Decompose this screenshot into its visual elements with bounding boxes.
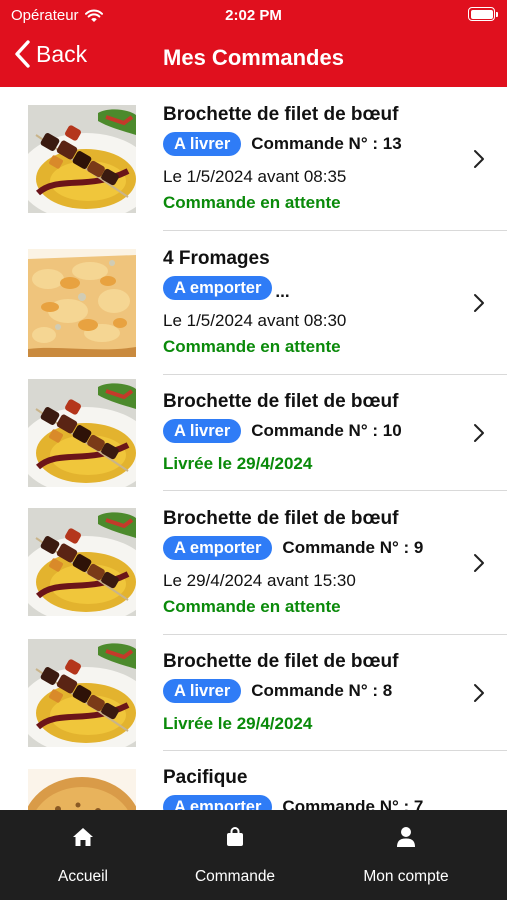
- tab-label: Accueil: [58, 868, 108, 885]
- chevron-right-icon: [474, 294, 484, 312]
- order-row[interactable]: Pacifique A emporter Commande N° : 7: [0, 751, 507, 810]
- order-row[interactable]: Brochette de filet de bœuf A livrer Comm…: [0, 87, 507, 231]
- home-icon: [73, 828, 93, 846]
- tab-commande[interactable]: Commande: [185, 810, 285, 900]
- order-number: Commande N° : 13: [251, 134, 402, 153]
- order-status: Livrée le 29/4/2024: [163, 454, 313, 473]
- order-status: Commande en attente: [163, 193, 341, 212]
- back-button[interactable]: Back: [14, 40, 87, 68]
- order-row[interactable]: 4 Fromages A emporter ... Le 1/5/2024 av…: [0, 231, 507, 375]
- order-name: Brochette de filet de bœuf: [163, 508, 399, 529]
- delivery-mode-badge: A livrer: [163, 679, 242, 703]
- delivery-mode-badge: A emporter: [163, 536, 273, 560]
- clock: 2:02 PM: [225, 7, 282, 24]
- order-status: Commande en attente: [163, 597, 341, 616]
- user-icon: [397, 827, 415, 847]
- nav-header: Opérateur 2:02 PM Back Mes Commandes: [0, 0, 507, 87]
- tab-accueil[interactable]: Accueil: [43, 810, 123, 900]
- tab-label: Commande: [194, 868, 276, 885]
- order-name: Brochette de filet de bœuf: [163, 651, 399, 672]
- delivery-mode-badge: A emporter: [163, 795, 273, 810]
- order-number: ...: [275, 282, 290, 301]
- tab-mon-compte[interactable]: Mon compte: [351, 810, 461, 900]
- status-bar: Opérateur 2:02 PM: [0, 0, 507, 30]
- bag-icon: [227, 827, 243, 846]
- order-row[interactable]: Brochette de filet de bœuf A livrer Comm…: [0, 375, 507, 491]
- order-date: Le 29/4/2024 avant 15:30: [163, 571, 356, 590]
- order-number: Commande N° : 7: [282, 797, 424, 810]
- back-label: Back: [36, 40, 88, 67]
- chevron-right-icon: [474, 424, 484, 442]
- order-number: Commande N° : 8: [251, 681, 393, 700]
- order-name: Brochette de filet de bœuf: [163, 391, 399, 412]
- order-name: Brochette de filet de bœuf: [163, 104, 399, 125]
- order-row[interactable]: Brochette de filet de bœuf A emporter Co…: [0, 491, 507, 635]
- order-image: [28, 639, 136, 747]
- order-status: Commande en attente: [163, 337, 341, 356]
- order-date: Le 1/5/2024 avant 08:30: [163, 311, 347, 330]
- order-row[interactable]: Brochette de filet de bœuf A livrer Comm…: [0, 635, 507, 751]
- order-image: [28, 508, 136, 616]
- chevron-right-icon: [474, 150, 484, 168]
- order-image: [28, 769, 136, 810]
- orders-list[interactable]: Brochette de filet de bœuf A livrer Comm…: [0, 87, 507, 810]
- delivery-mode-badge: A livrer: [163, 132, 242, 156]
- chevron-right-icon: [474, 684, 484, 702]
- chevron-left-icon: [15, 40, 30, 68]
- order-date: Le 1/5/2024 avant 08:35: [163, 167, 347, 186]
- order-image: [28, 379, 136, 487]
- tab-bar: Accueil Commande Mon compte: [0, 810, 507, 900]
- delivery-mode-badge: A emporter: [163, 276, 273, 300]
- order-image: [28, 105, 136, 213]
- order-status: Livrée le 29/4/2024: [163, 714, 313, 733]
- order-number: Commande N° : 9: [282, 538, 424, 557]
- delivery-mode-badge: A livrer: [163, 419, 242, 443]
- tab-label: Mon compte: [363, 868, 449, 885]
- order-number: Commande N° : 10: [251, 421, 402, 440]
- order-name: 4 Fromages: [163, 248, 270, 269]
- battery-icon: [468, 7, 498, 21]
- order-name: Pacifique: [163, 767, 248, 788]
- order-image: [28, 249, 136, 357]
- chevron-right-icon: [474, 554, 484, 572]
